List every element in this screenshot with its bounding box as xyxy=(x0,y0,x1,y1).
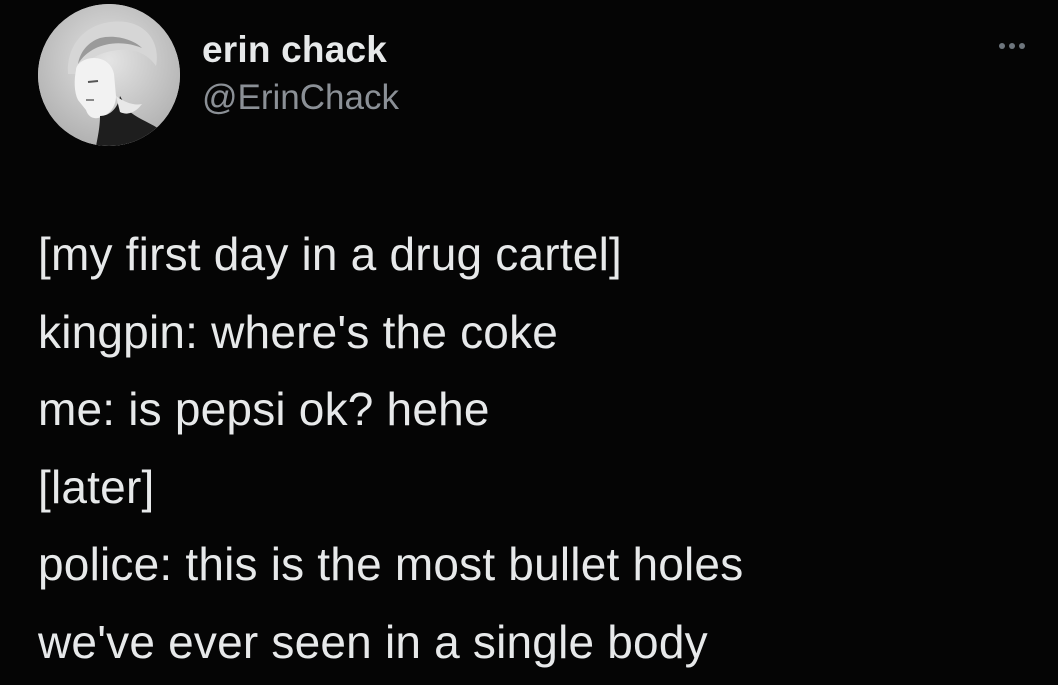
dot xyxy=(1009,43,1015,49)
avatar[interactable] xyxy=(38,4,180,146)
tweet-text-line: we've ever seen in a single body xyxy=(38,615,708,668)
tweet-text: [my first day in a drug cartel] kingpin:… xyxy=(38,216,1038,681)
ellipsis-icon[interactable] xyxy=(992,36,1032,56)
tweet-text-line: [my first day in a drug cartel] xyxy=(38,228,622,280)
tweet-text-line: [later] xyxy=(38,460,155,513)
tweet-text-line: police: this is the most bullet holes xyxy=(38,538,744,590)
author-display-name[interactable]: erin chack xyxy=(202,28,399,72)
user-avatar-icon xyxy=(38,4,180,146)
author-handle[interactable]: @ErinChack xyxy=(202,74,399,122)
tweet-text-line: me: is pepsi ok? hehe xyxy=(38,383,490,435)
tweet-text-line: kingpin: where's the coke xyxy=(38,305,559,358)
tweet-card: erin chack @ErinChack [my first day in a… xyxy=(0,0,1058,685)
dot xyxy=(1019,43,1025,49)
tweet-header: erin chack @ErinChack xyxy=(38,4,399,146)
author-names: erin chack @ErinChack xyxy=(202,28,399,122)
dot xyxy=(999,43,1005,49)
